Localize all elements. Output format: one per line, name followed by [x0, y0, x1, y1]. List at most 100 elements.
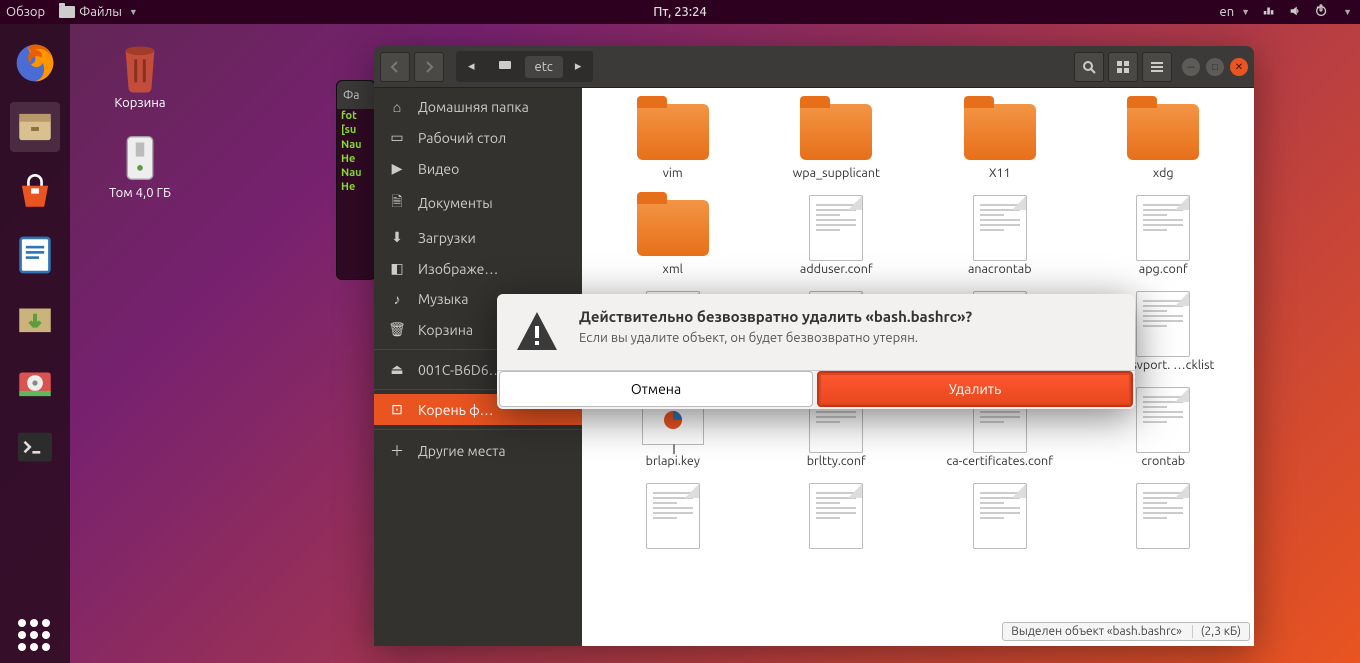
file-label: xdg [1153, 166, 1174, 180]
network-icon[interactable] [1262, 4, 1276, 21]
dock-software-center[interactable] [10, 166, 60, 216]
file-label: X11 [989, 166, 1011, 180]
window-close-button[interactable]: ✕ [1230, 58, 1248, 76]
hamburger-menu-button[interactable] [1142, 52, 1172, 82]
file-item[interactable] [592, 476, 754, 556]
folder-item[interactable]: xdg [1083, 92, 1245, 186]
file-label: apg.conf [1139, 262, 1188, 276]
desktop-icon-label: Том 4,0 ГБ [90, 186, 190, 200]
terminal-output: fot [su Nau Не Nau Не [341, 109, 371, 195]
dock-terminal[interactable] [10, 422, 60, 472]
folder-item[interactable]: wpa_supplicant [756, 92, 918, 186]
app-menu-label: Файлы [79, 5, 122, 19]
chevron-down-icon: ▼ [1343, 7, 1352, 17]
cancel-button[interactable]: Отмена [499, 371, 813, 407]
sidebar-item-videos[interactable]: ▶ Видео [374, 153, 582, 184]
app-menu[interactable]: Файлы ▼ [59, 5, 138, 19]
dock-libreoffice-writer[interactable] [10, 230, 60, 280]
sidebar-item-label: Домашняя папка [418, 99, 529, 115]
file-label: vim [663, 166, 683, 180]
sidebar-item-documents[interactable]: 🗎 Документы [374, 184, 582, 222]
activities-button[interactable]: Обзор [6, 5, 45, 19]
sidebar-item-label: Корень ф… [418, 402, 494, 418]
folder-item[interactable]: X11 [919, 92, 1081, 186]
sidebar-item-label: Музыка [418, 291, 468, 307]
file-label: ca-certificates.conf [947, 454, 1053, 468]
sidebar-item-label: Изображе… [418, 261, 498, 277]
nav-forward-button[interactable] [414, 52, 444, 82]
sidebar-item-label: 001C-B6D6… [418, 362, 503, 378]
plus-icon: ＋ [388, 441, 406, 461]
sidebar-item-label: Другие места [418, 443, 506, 459]
desktop-icon: ▭ [388, 129, 406, 146]
file-label: anacrontab [968, 262, 1032, 276]
chevron-down-icon: ▼ [129, 7, 138, 17]
power-icon[interactable] [1314, 4, 1328, 21]
file-item[interactable]: apg.conf [1083, 188, 1245, 282]
sidebar-item-pictures[interactable]: ◧Изображе… [374, 253, 582, 284]
desktop-icon-trash[interactable]: Корзина [90, 40, 190, 110]
terminal-titlebar[interactable]: Фа [337, 81, 375, 109]
dock-disks[interactable] [10, 358, 60, 408]
sidebar-item-label: Загрузки [418, 230, 476, 246]
folder-item[interactable]: vim [592, 92, 754, 186]
folder-item[interactable]: xml [592, 188, 754, 282]
dock-firefox[interactable] [10, 38, 60, 88]
show-applications-button[interactable] [18, 619, 50, 651]
dock-package-installer[interactable] [10, 294, 60, 344]
documents-icon: 🗎 [388, 191, 406, 215]
trash-icon: 🗑 [388, 321, 406, 338]
dialog-title: Действительно безвозвратно удалить «bash… [579, 308, 1115, 325]
sidebar-item-downloads[interactable]: ⬇ Загрузки [374, 222, 582, 253]
file-item[interactable]: adduser.conf [756, 188, 918, 282]
file-label: crontab [1141, 454, 1185, 468]
nav-back-button[interactable] [380, 52, 410, 82]
search-button[interactable] [1074, 52, 1104, 82]
sidebar-item-desktop[interactable]: ▭ Рабочий стол [374, 122, 582, 153]
file-label: brlapi.key [646, 454, 700, 468]
confirm-delete-dialog: Действительно безвозвратно удалить «bash… [497, 294, 1135, 409]
file-item[interactable] [919, 476, 1081, 556]
window-maximize-button[interactable]: □ [1206, 58, 1224, 76]
view-mode-button[interactable] [1108, 52, 1138, 82]
sidebar-item-label: Корзина [418, 322, 473, 338]
path-up-button[interactable]: ◂ [458, 55, 485, 78]
file-label: xml [663, 262, 683, 276]
files-titlebar[interactable]: ◂ etc ▸ － □ ✕ [374, 46, 1254, 88]
path-segment-current[interactable]: etc [525, 56, 563, 78]
lang-label: en [1220, 5, 1235, 19]
delete-button[interactable]: Удалить [817, 371, 1133, 407]
sidebar-item-label: Документы [418, 195, 493, 211]
desktop-icons: Корзина Том 4,0 ГБ [90, 40, 190, 220]
window-minimize-button[interactable]: － [1182, 58, 1200, 76]
sidebar-item-other-places[interactable]: ＋ Другие места [374, 434, 582, 468]
file-label: adduser.conf [800, 262, 873, 276]
status-text: Выделен объект «bash.bashrc» [1011, 625, 1181, 638]
warning-icon [513, 308, 561, 356]
status-bar: Выделен объект «bash.bashrc» (2,3 кБ) [1002, 622, 1250, 641]
file-label: brltty.conf [807, 454, 866, 468]
video-icon: ▶ [388, 160, 406, 177]
desktop-icon-volume[interactable]: Том 4,0 ГБ [90, 130, 190, 200]
sidebar-item-label: Видео [418, 161, 459, 177]
path-disk-icon[interactable] [487, 53, 523, 80]
file-item[interactable] [1083, 476, 1245, 556]
sidebar-item-home[interactable]: ⌂ Домашняя папка [374, 92, 582, 122]
volume-icon[interactable] [1288, 4, 1302, 21]
downloads-icon: ⬇ [388, 229, 406, 246]
path-bar: ◂ etc ▸ [456, 51, 593, 82]
keyboard-layout-indicator[interactable]: en ▼ [1220, 5, 1251, 19]
path-more-button[interactable]: ▸ [565, 55, 592, 78]
drive-icon: ⏏ [388, 361, 406, 378]
dock-archive-manager[interactable] [10, 102, 60, 152]
file-item[interactable] [756, 476, 918, 556]
file-item[interactable]: anacrontab [919, 188, 1081, 282]
desktop-icon-label: Корзина [90, 96, 190, 110]
terminal-window[interactable]: Фа fot [su Nau Не Nau Не [336, 80, 376, 280]
home-icon: ⌂ [388, 99, 406, 115]
status-size: (2,3 кБ) [1192, 625, 1241, 638]
top-panel: Обзор Файлы ▼ Пт, 23:24 en ▼ ▼ [0, 0, 1360, 24]
clock[interactable]: Пт, 23:24 [653, 5, 707, 19]
dialog-description: Если вы удалите объект, он будет безвозв… [579, 331, 1115, 345]
sidebar-item-label: Рабочий стол [418, 130, 506, 146]
